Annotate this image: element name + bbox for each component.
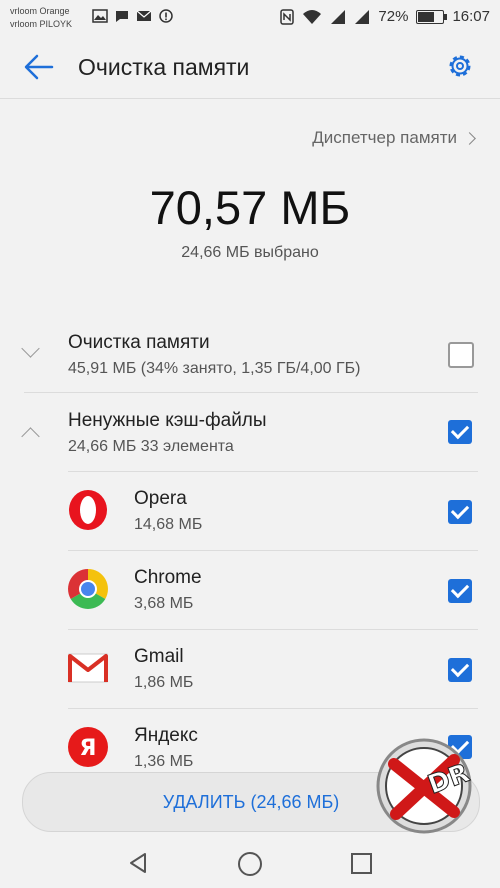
signal-icon-2: [355, 9, 370, 24]
notification-icons: [92, 9, 174, 23]
app-size: 1,36 МБ: [134, 753, 194, 769]
row-divider: [24, 392, 478, 393]
app-name: Gmail: [134, 646, 184, 667]
back-arrow-icon[interactable]: [22, 51, 56, 83]
list-item-chrome[interactable]: Chrome 3,68 МБ: [0, 551, 500, 629]
section-subtitle: 24,66 МБ 33 элемента: [68, 438, 234, 455]
battery-icon: [416, 9, 448, 24]
section-cache-files[interactable]: Ненужные кэш-файлы 24,66 МБ 33 элемента: [0, 400, 500, 470]
chevron-down-icon[interactable]: [21, 339, 40, 358]
chevron-right-icon: [463, 131, 476, 145]
nav-home-icon[interactable]: [238, 852, 262, 876]
header-divider: [0, 98, 500, 99]
delete-button-label: УДАЛИТЬ (24,66 МБ): [162, 791, 340, 812]
status-right: 72% 16:07: [280, 8, 490, 25]
yandex-icon: Я: [68, 727, 108, 767]
memory-manager-link[interactable]: Диспетчер памяти: [312, 128, 476, 148]
svg-text:Я: Я: [80, 736, 97, 761]
selected-size: 24,66 МБ выбрано: [181, 244, 319, 261]
section-title: Очистка памяти: [68, 332, 210, 353]
page-title: Очистка памяти: [78, 54, 250, 80]
battery-percent: 72%: [378, 8, 409, 25]
checkbox-memory-cleanup[interactable]: [448, 342, 474, 368]
signal-icon-1: [331, 9, 346, 24]
list-item-gmail[interactable]: Gmail 1,86 МБ: [0, 630, 500, 708]
chrome-icon: [68, 569, 108, 609]
opera-icon: [69, 490, 107, 530]
message-icon: [116, 11, 128, 22]
app-size: 14,68 МБ: [134, 516, 203, 533]
memory-manager-label: Диспетчер памяти: [312, 128, 457, 147]
section-memory-cleanup[interactable]: Очистка памяти 45,91 МБ (34% занято, 1,3…: [0, 320, 500, 392]
watermark-logo: DR: [376, 738, 474, 834]
alert-icon: [159, 9, 173, 23]
checkbox-cache-files[interactable]: [448, 420, 472, 444]
section-subtitle: 45,91 МБ (34% занято, 1,35 ГБ/4,00 ГБ): [68, 360, 361, 377]
nav-back-icon[interactable]: [128, 852, 148, 874]
carrier-1: vrloom Orange: [10, 6, 70, 16]
navigation-bar: [0, 838, 500, 888]
carrier-2: vrloom PILOYK: [10, 19, 73, 29]
checkbox-gmail[interactable]: [448, 658, 472, 682]
list-item-opera[interactable]: Opera 14,68 МБ: [0, 472, 500, 550]
app-bar: Очистка памяти: [0, 36, 500, 98]
checkbox-opera[interactable]: [448, 500, 472, 524]
app-name: Opera: [134, 488, 187, 509]
image-notification-icon: [92, 9, 108, 23]
section-title: Ненужные кэш-файлы: [68, 410, 267, 431]
settings-gear-icon[interactable]: [444, 50, 476, 82]
checkbox-chrome[interactable]: [448, 579, 472, 603]
clock: 16:07: [452, 8, 490, 25]
nav-recent-apps-icon[interactable]: [351, 853, 372, 874]
gmail-icon: [68, 653, 108, 683]
mail-icon: [136, 10, 152, 21]
app-name: Chrome: [134, 567, 202, 588]
chevron-up-icon[interactable]: [21, 427, 40, 446]
status-bar: vrloom Orange vrloom PILOYK 72% 16:07: [0, 0, 500, 36]
wifi-icon: [303, 9, 322, 24]
nfc-icon: [280, 8, 295, 25]
app-size: 3,68 МБ: [134, 595, 194, 612]
app-size: 1,86 МБ: [134, 674, 194, 691]
total-size: 70,57 МБ: [149, 181, 351, 234]
app-name: Яндекс: [134, 725, 198, 746]
